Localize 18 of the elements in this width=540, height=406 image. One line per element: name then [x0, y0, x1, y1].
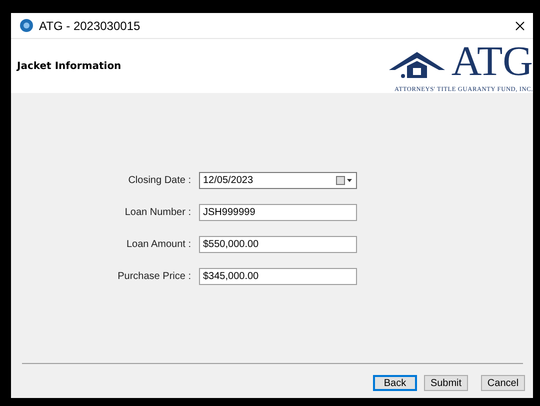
input-field[interactable]: JSH999999	[199, 204, 357, 221]
field-label: Loan Amount :	[126, 239, 191, 250]
window-title: ATG - 2023030015	[39, 18, 142, 32]
house-logo-icon	[389, 50, 446, 80]
calendar-dropdown-icon	[336, 176, 353, 185]
field-label: Loan Number :	[124, 207, 191, 218]
app-icon	[20, 19, 33, 32]
dialog-button[interactable]: Back	[373, 375, 417, 391]
field-label: Purchase Price :	[116, 271, 191, 282]
field-label: Closing Date :	[127, 175, 191, 186]
input-field[interactable]: $345,000.00	[199, 268, 357, 285]
section-title: Jacket Information	[17, 60, 122, 72]
logo-text: ATG	[451, 44, 533, 80]
dialog-button[interactable]: Submit	[424, 375, 468, 391]
dialog-button[interactable]: Cancel	[481, 375, 525, 391]
date-picker[interactable]: 12/05/2023	[199, 172, 357, 189]
close-button[interactable]	[513, 18, 527, 32]
input-field[interactable]: $550,000.00	[199, 236, 357, 253]
